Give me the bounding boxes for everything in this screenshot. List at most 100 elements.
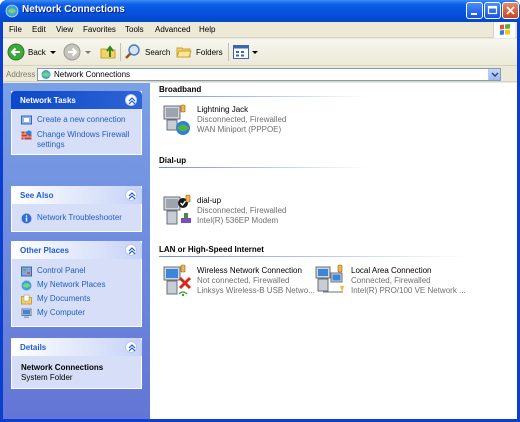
collapse-button[interactable] — [125, 244, 137, 256]
details-name: Network Connections — [21, 363, 104, 372]
address-input[interactable]: Network Connections — [37, 68, 501, 81]
search-button[interactable]: Search — [124, 42, 170, 62]
details-panel: Details Network Connections System Folde… — [11, 338, 142, 389]
connection-status: Disconnected, Firewalled — [197, 206, 287, 215]
address-dropdown[interactable] — [488, 69, 500, 80]
search-icon — [125, 44, 140, 59]
info-icon — [21, 213, 32, 224]
address-value: Network Connections — [54, 70, 131, 79]
see-also-panel: See Also Network Troubleshooter — [11, 186, 142, 232]
network-places-icon — [21, 280, 32, 291]
menu-help[interactable]: Help — [199, 25, 215, 34]
other-places-header[interactable]: Other Places — [11, 241, 142, 259]
firewall-icon — [21, 130, 32, 140]
broadband-connection-icon — [163, 104, 190, 135]
my-documents-icon — [21, 294, 32, 305]
control-panel-link[interactable]: Control Panel — [21, 266, 85, 277]
menu-edit[interactable]: Edit — [32, 25, 46, 34]
connection-status: Connected, Firewalled — [351, 276, 431, 285]
connection-name: Wireless Network Connection — [197, 266, 302, 275]
views-icon — [233, 45, 249, 59]
search-label: Search — [145, 47, 171, 57]
network-tasks-title: Network Tasks — [20, 96, 76, 105]
menu-tools[interactable]: Tools — [125, 25, 144, 34]
collapse-button[interactable] — [125, 189, 137, 201]
views-dropdown-icon — [252, 51, 258, 54]
collapse-button[interactable] — [125, 94, 137, 106]
group-divider — [159, 167, 369, 168]
group-divider — [159, 96, 369, 97]
back-button[interactable]: Back — [7, 42, 57, 62]
wireless-connection-icon — [163, 264, 192, 297]
change-firewall-label: Change Windows Firewall settings — [37, 130, 130, 149]
address-bar: Address Network Connections — [3, 67, 517, 82]
details-header[interactable]: Details — [11, 338, 142, 356]
back-dropdown-icon — [49, 51, 56, 54]
folders-icon — [176, 47, 192, 58]
my-computer-label: My Computer — [37, 308, 86, 317]
connection-item[interactable]: Lightning Jack Disconnected, Firewalled … — [159, 103, 319, 143]
my-network-places-label: My Network Places — [37, 280, 106, 289]
collapse-button[interactable] — [125, 341, 137, 353]
my-documents-label: My Documents — [37, 294, 91, 303]
control-panel-icon — [21, 266, 32, 277]
network-tasks-header[interactable]: Network Tasks — [11, 91, 142, 109]
connection-item[interactable]: Wireless Network Connection Not connecte… — [159, 264, 319, 304]
network-troubleshooter-link[interactable]: Network Troubleshooter — [21, 213, 122, 224]
network-tasks-panel: Network Tasks Create a new connection Ch… — [11, 91, 142, 155]
create-connection-label: Create a new connection — [37, 115, 126, 124]
maximize-button[interactable] — [484, 2, 501, 19]
network-connections-icon — [5, 4, 19, 18]
group-divider — [159, 256, 469, 257]
window-title: Network Connections — [22, 4, 125, 15]
connection-name: Lightning Jack — [197, 105, 249, 114]
connection-status: Disconnected, Firewalled — [197, 115, 287, 124]
minimize-button[interactable] — [466, 2, 483, 19]
windows-logo — [493, 22, 515, 38]
forward-button[interactable] — [63, 42, 92, 62]
details-type: System Folder — [21, 373, 73, 382]
menu-file[interactable]: File — [9, 25, 22, 34]
group-title-broadband: Broadband — [159, 85, 202, 94]
windows-flag-icon — [500, 24, 510, 35]
menu-favorites[interactable]: Favorites — [83, 25, 116, 34]
my-computer-link[interactable]: My Computer — [21, 308, 85, 319]
my-computer-icon — [21, 308, 32, 318]
connection-device: WAN Miniport (PPPOE) — [197, 125, 282, 134]
my-documents-link[interactable]: My Documents — [21, 294, 90, 305]
menu-view[interactable]: View — [56, 25, 73, 34]
connections-list: Broadband Lightning Jack Disconnected, F… — [150, 83, 517, 419]
connection-name: Local Area Connection — [351, 266, 432, 275]
folders-label: Folders — [196, 47, 223, 57]
other-places-panel: Other Places Control Panel My Network Pl… — [11, 241, 142, 327]
folders-button[interactable]: Folders — [175, 42, 223, 62]
close-icon — [506, 6, 515, 15]
explorer-window: Network Connections File Edit View Favor… — [0, 0, 520, 422]
connection-device: Intel(R) 536EP Modem — [197, 216, 279, 225]
up-folder-button[interactable] — [99, 42, 117, 62]
up-folder-icon — [100, 45, 116, 59]
see-also-header[interactable]: See Also — [11, 186, 142, 204]
change-firewall-link[interactable]: Change Windows Firewall settings — [21, 130, 139, 150]
dialup-connection-icon — [163, 194, 191, 225]
menu-advanced[interactable]: Advanced — [155, 25, 191, 34]
connection-item[interactable]: dial-up Disconnected, Firewalled Intel(R… — [159, 194, 319, 234]
chevron-up-icon — [128, 247, 136, 255]
details-title: Details — [20, 343, 47, 352]
group-title-lan: LAN or High-Speed Internet — [159, 245, 264, 254]
close-button[interactable] — [502, 2, 519, 19]
create-connection-link[interactable]: Create a new connection — [21, 115, 126, 126]
connection-device: Intel(R) PRO/100 VE Network ... — [351, 286, 466, 295]
toolbar: Back Search Folders — [3, 39, 517, 66]
title-bar[interactable]: Network Connections — [0, 0, 520, 22]
connection-item[interactable]: Local Area Connection Connected, Firewal… — [313, 264, 473, 304]
connection-device: Linksys Wireless-B USB Netwo... — [197, 286, 315, 295]
other-places-title: Other Places — [20, 246, 69, 255]
my-network-places-link[interactable]: My Network Places — [21, 280, 105, 291]
chevron-up-icon — [128, 192, 136, 200]
connection-status: Not connected, Firewalled — [197, 276, 290, 285]
chevron-down-icon — [491, 72, 499, 77]
task-pane: Network Tasks Create a new connection Ch… — [3, 83, 150, 419]
views-button[interactable] — [232, 42, 259, 62]
chevron-up-icon — [128, 344, 136, 352]
